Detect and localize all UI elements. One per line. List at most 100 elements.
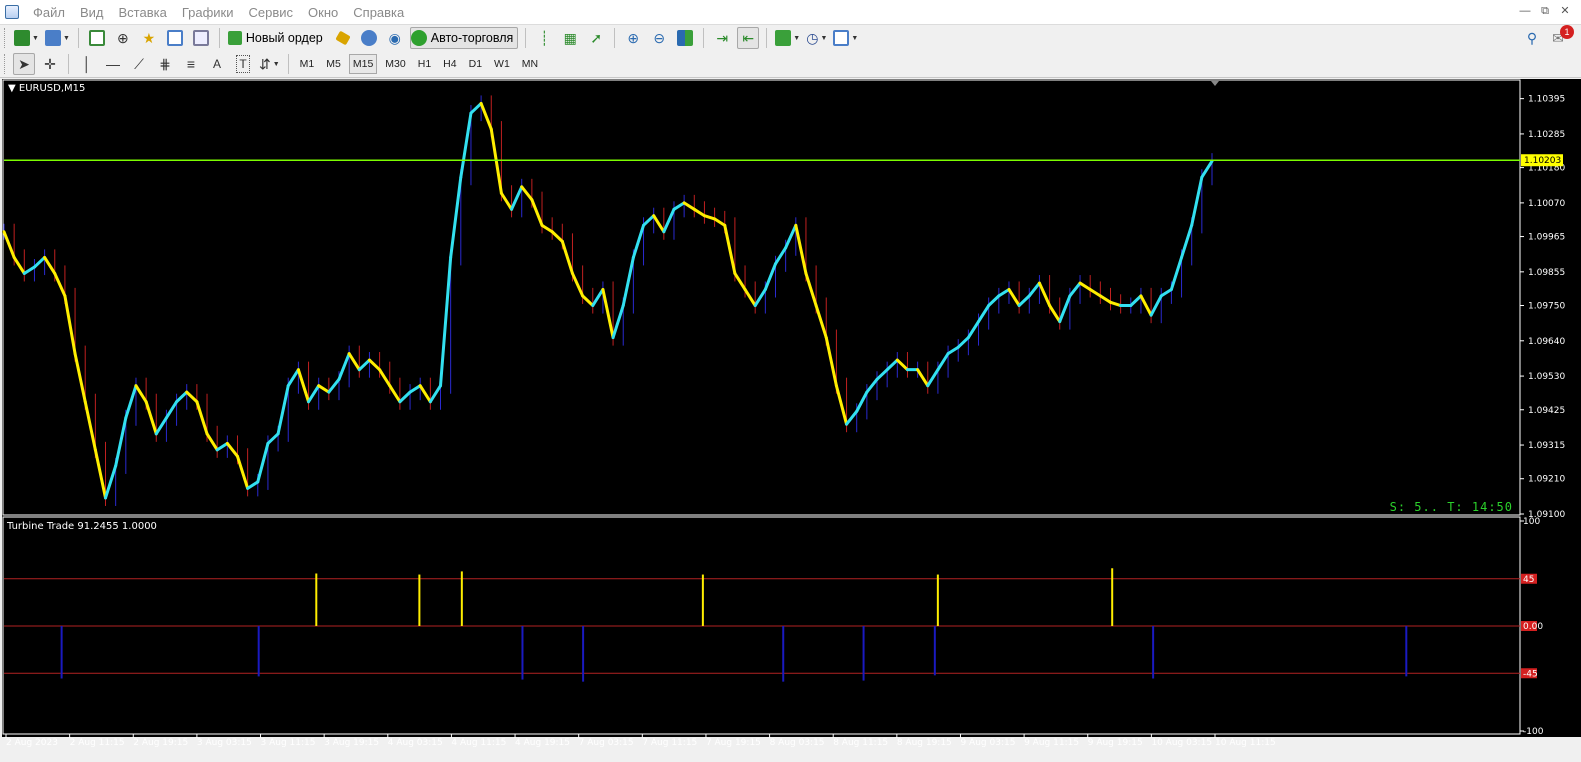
auto-scroll-button[interactable]: ⇥ bbox=[711, 27, 733, 49]
toolbar-grip bbox=[4, 54, 7, 74]
y-tick-label: 1.09210 bbox=[1528, 475, 1565, 485]
price-segment bbox=[987, 294, 1001, 308]
menu-file[interactable]: Файл bbox=[33, 5, 65, 20]
text-button[interactable]: A bbox=[206, 53, 228, 75]
price-segment bbox=[621, 255, 635, 308]
menu-window[interactable]: Окно bbox=[308, 5, 338, 20]
equidistant-channel-icon: ⋕ bbox=[159, 56, 171, 72]
indicators-button[interactable]: ▼ bbox=[774, 27, 801, 49]
price-segment bbox=[702, 214, 717, 221]
price-segment bbox=[124, 384, 138, 420]
new-chart-button[interactable]: ▼ bbox=[13, 27, 40, 49]
line-chart-button[interactable]: ➚ bbox=[585, 27, 607, 49]
vertical-line-button[interactable]: │ bbox=[76, 53, 98, 75]
periods-icon: ◷ bbox=[806, 30, 819, 46]
horizontal-line-button[interactable]: — bbox=[102, 53, 124, 75]
price-segment bbox=[235, 454, 250, 490]
signals-icon: ◉ bbox=[388, 30, 401, 46]
price-segment bbox=[1159, 287, 1173, 298]
tf-m1[interactable]: M1 bbox=[296, 54, 319, 74]
candlestick-button[interactable]: ▦ bbox=[559, 27, 581, 49]
text-label-button[interactable]: T bbox=[232, 53, 254, 75]
trendline-button[interactable]: ⟋ bbox=[128, 53, 150, 75]
bar-chart-button[interactable]: ┊ bbox=[533, 27, 555, 49]
candlestick-icon: ▦ bbox=[563, 30, 577, 46]
tf-h4[interactable]: H4 bbox=[439, 54, 460, 74]
x-tick-label: 7 Aug 03:15 bbox=[579, 738, 634, 748]
close-icon[interactable]: ✕ bbox=[1557, 4, 1573, 18]
arrows-button[interactable]: ⇵ ▼ bbox=[258, 53, 281, 75]
price-segment bbox=[12, 255, 26, 275]
tf-m15[interactable]: M15 bbox=[348, 54, 378, 74]
symbol-label: ▼ EURUSD,M15 bbox=[8, 83, 86, 94]
tf-m30[interactable]: M30 bbox=[381, 54, 409, 74]
price-segment bbox=[540, 223, 554, 234]
equidistant-channel-button[interactable]: ⋕ bbox=[154, 53, 176, 75]
price-segment bbox=[662, 207, 676, 234]
price-segment bbox=[865, 377, 879, 394]
minimize-icon[interactable]: — bbox=[1517, 4, 1533, 18]
tf-d1[interactable]: D1 bbox=[465, 54, 486, 74]
tile-windows-button[interactable] bbox=[674, 27, 696, 49]
price-segment bbox=[2, 230, 16, 259]
menu-view[interactable]: Вид bbox=[80, 5, 104, 20]
text-label-icon: T bbox=[236, 55, 250, 73]
y-tick-label: 1.09965 bbox=[1528, 233, 1565, 243]
profiles-button[interactable]: ▼ bbox=[44, 27, 71, 49]
restore-icon[interactable]: ⧉ bbox=[1537, 4, 1553, 18]
templates-button[interactable]: ▼ bbox=[832, 27, 859, 49]
y-tick-label: 1.10285 bbox=[1528, 130, 1565, 140]
zoom-out-button[interactable]: ⊖ bbox=[648, 27, 670, 49]
price-segment bbox=[753, 287, 767, 308]
market-watch-button[interactable] bbox=[86, 27, 108, 49]
price-segment bbox=[1037, 281, 1052, 308]
data-window-button[interactable] bbox=[164, 27, 186, 49]
price-segment bbox=[93, 448, 108, 500]
metaeditor-button[interactable] bbox=[332, 27, 354, 49]
indicators-icon bbox=[775, 30, 792, 46]
tf-h1[interactable]: H1 bbox=[414, 54, 435, 74]
autotrading-button[interactable]: Авто-торговля bbox=[409, 27, 519, 49]
strategy-tester-button[interactable] bbox=[190, 27, 212, 49]
menu-insert[interactable]: Вставка bbox=[119, 5, 167, 20]
standard-toolbar: ▼ ▼ ⊕ ★ Новый ордер ◉ Авто-торговля ┊ ▦ … bbox=[0, 24, 1581, 51]
search-button[interactable]: ⚲ bbox=[1521, 27, 1543, 49]
price-segment bbox=[32, 255, 47, 269]
tf-m5[interactable]: M5 bbox=[322, 54, 345, 74]
zoom-in-button[interactable]: ⊕ bbox=[622, 27, 644, 49]
favorites-button[interactable]: ★ bbox=[138, 27, 160, 49]
price-segment bbox=[43, 255, 57, 275]
price-segment bbox=[439, 255, 453, 388]
price-segment bbox=[560, 239, 574, 275]
tf-mn[interactable]: MN bbox=[518, 54, 542, 74]
x-tick-label: 9 Aug 11:15 bbox=[1024, 738, 1079, 748]
chart-shift-button[interactable]: ⇤ bbox=[737, 27, 760, 49]
notifications-button[interactable]: ✉ 1 bbox=[1547, 25, 1574, 49]
indicator-tick-label: 45 bbox=[1523, 575, 1534, 585]
signals-button[interactable]: ◉ bbox=[384, 27, 406, 49]
periods-button[interactable]: ◷ ▼ bbox=[805, 27, 828, 49]
price-segment bbox=[256, 441, 270, 484]
chart-window[interactable]: 1.10395 1.10285 1.10180 1.10070 1.09965 1.098… bbox=[2, 79, 1581, 748]
drawing-toolbar: ➤ ✛ │ — ⟋ ⋕ ≡ A T ⇵ ▼ M1 M5 M15 M30 H1 H4… bbox=[0, 51, 1581, 78]
navigator-button[interactable]: ⊕ bbox=[112, 27, 134, 49]
terminal-button[interactable] bbox=[358, 27, 380, 49]
price-segment bbox=[205, 432, 219, 452]
price-segment bbox=[83, 400, 97, 452]
crosshair-button[interactable]: ✛ bbox=[39, 53, 61, 75]
cursor-button[interactable]: ➤ bbox=[13, 53, 35, 75]
price-segment bbox=[1007, 287, 1021, 308]
price-segment bbox=[814, 304, 828, 340]
price-segment bbox=[713, 217, 727, 227]
new-order-button[interactable]: Новый ордер bbox=[227, 27, 328, 49]
menu-tools[interactable]: Сервис bbox=[249, 5, 294, 20]
price-segment bbox=[631, 223, 646, 259]
fibonacci-button[interactable]: ≡ bbox=[180, 53, 202, 75]
menu-charts[interactable]: Графики bbox=[182, 5, 234, 20]
tf-w1[interactable]: W1 bbox=[490, 54, 514, 74]
price-segment bbox=[418, 384, 432, 404]
chart-canvas[interactable]: 1.103951.102851.101801.100701.099651.098… bbox=[2, 79, 1581, 762]
menu-help[interactable]: Справка bbox=[353, 5, 404, 20]
price-segment bbox=[53, 271, 67, 298]
trendline-icon: ⟋ bbox=[134, 56, 144, 72]
